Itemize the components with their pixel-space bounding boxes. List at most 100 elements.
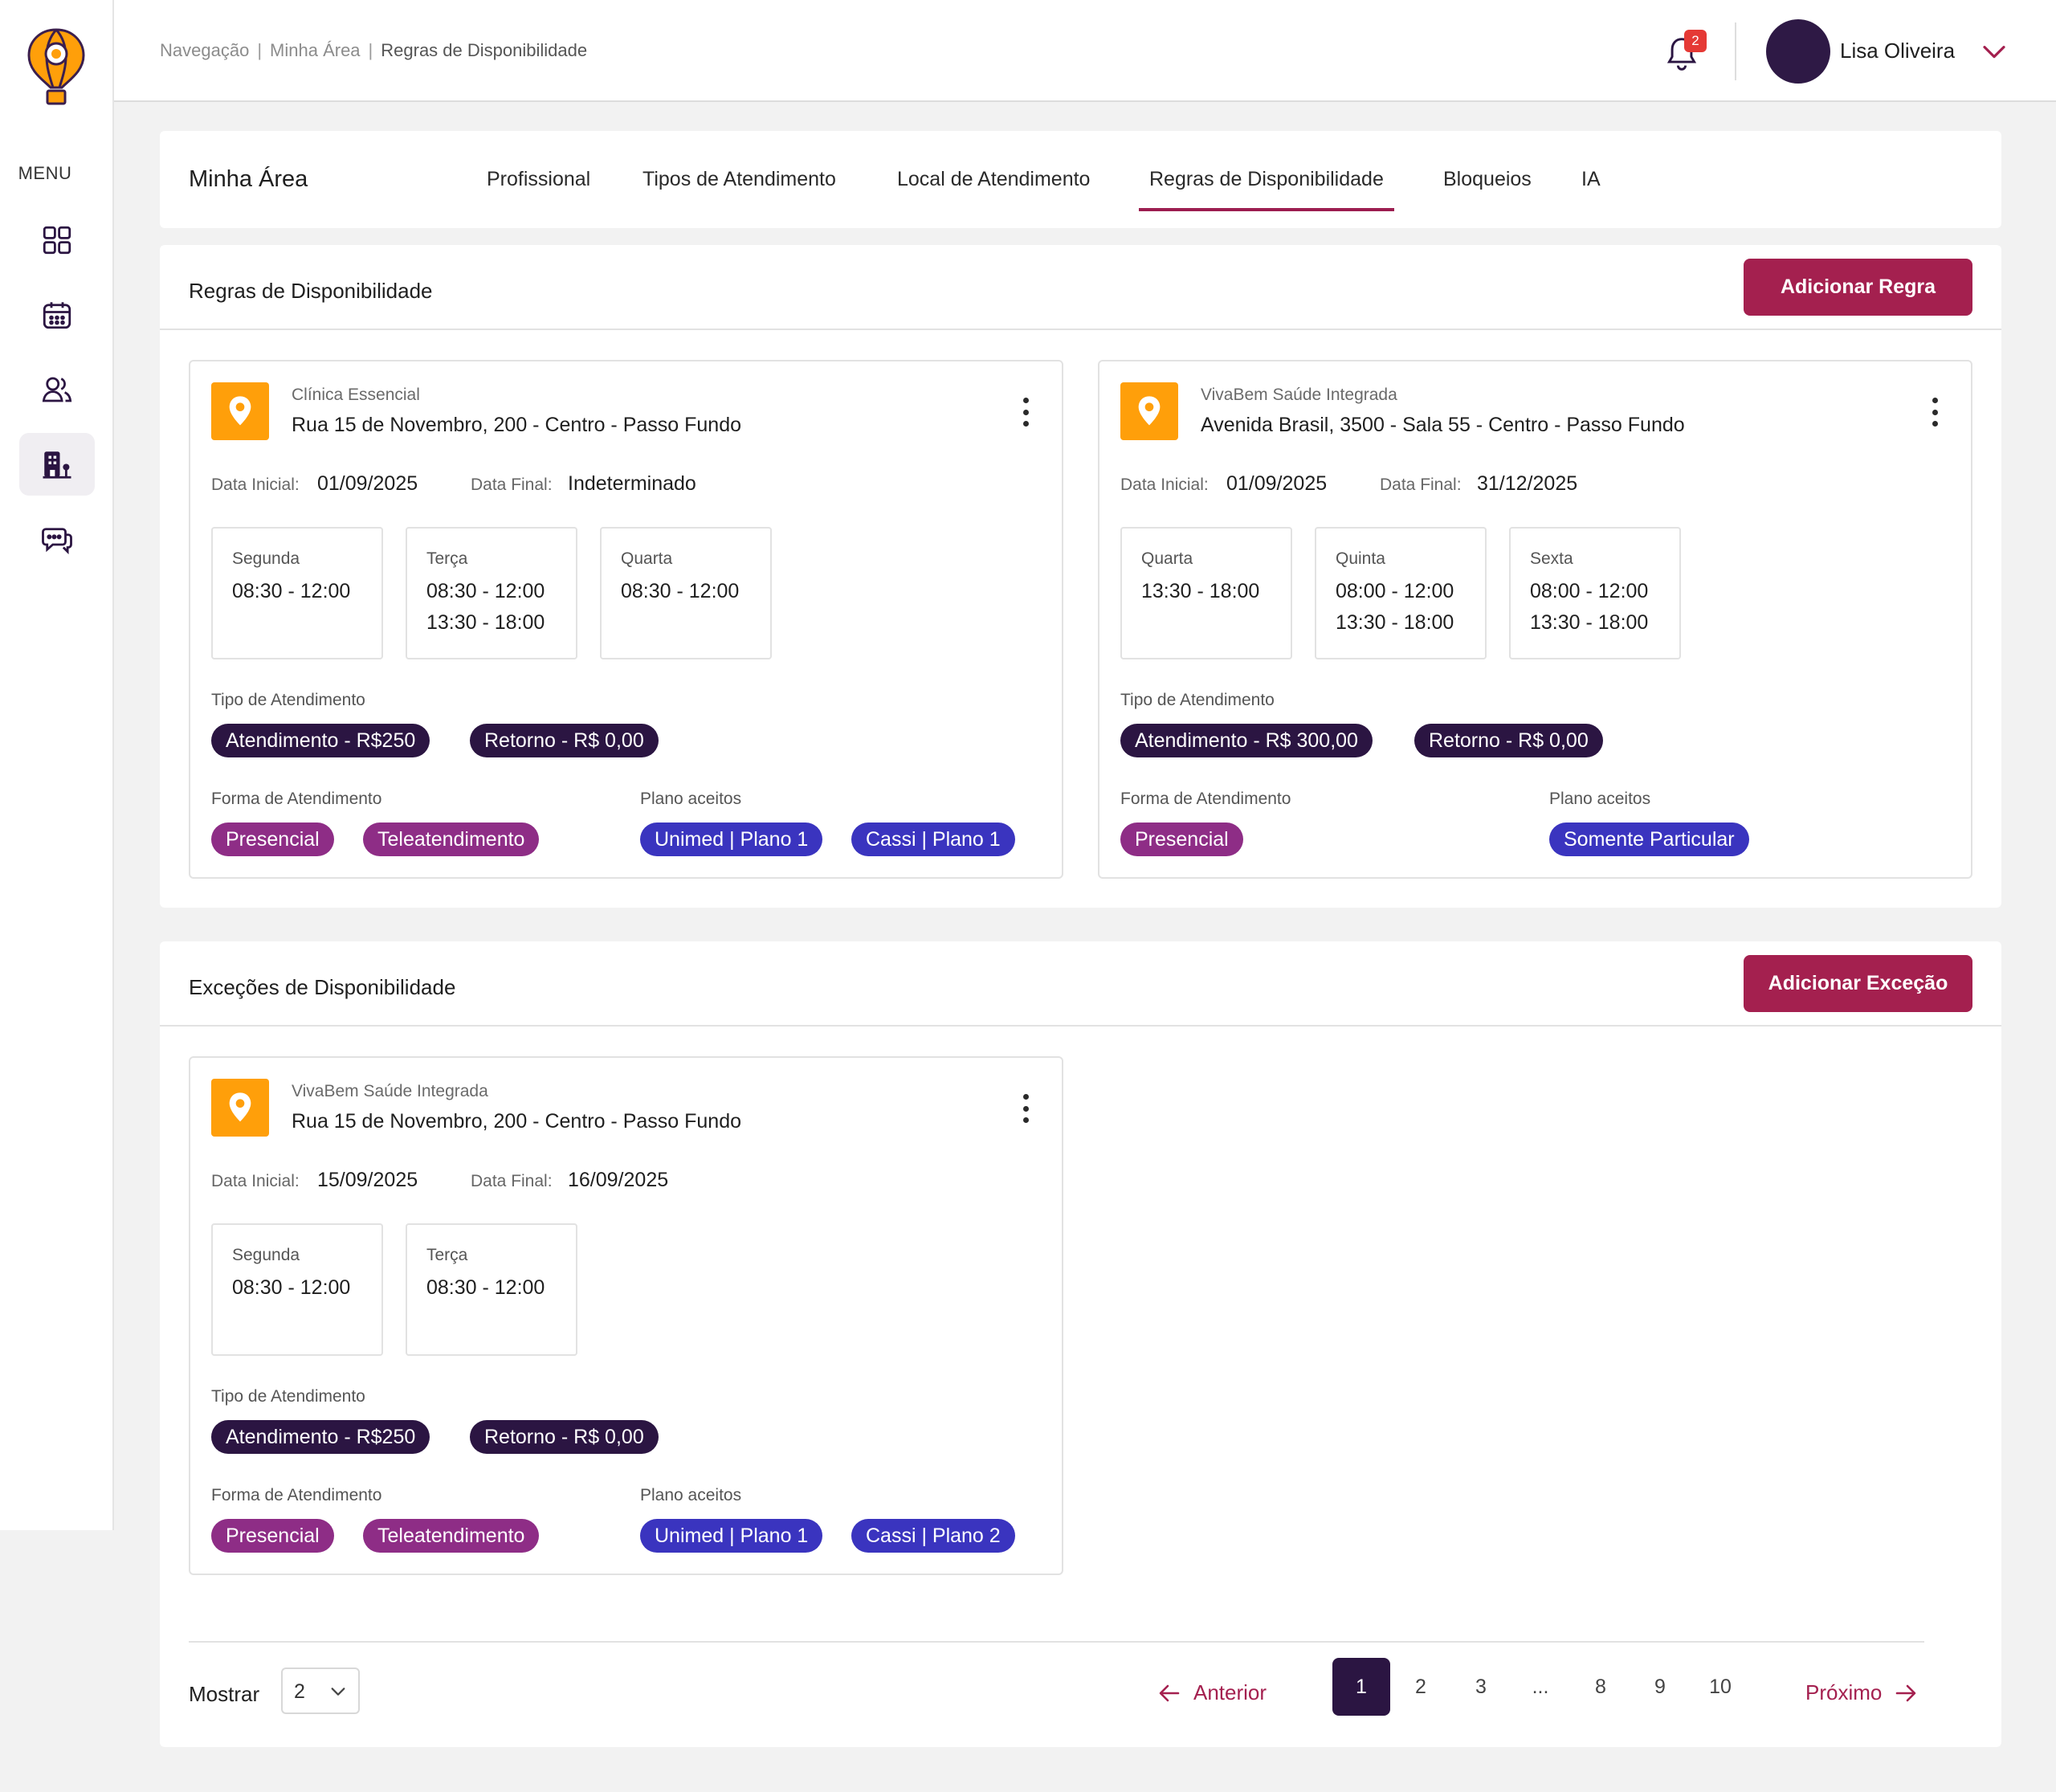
nav-chat[interactable] bbox=[19, 508, 95, 570]
previous-page-button[interactable]: Anterior bbox=[1158, 1680, 1267, 1705]
add-rule-button[interactable]: Adicionar Regra bbox=[1744, 259, 1972, 316]
clinic-name: Clínica Essencial bbox=[292, 386, 420, 404]
add-exception-button[interactable]: Adicionar Exceção bbox=[1744, 955, 1972, 1012]
time-range: 08:30 - 12:00 bbox=[621, 580, 740, 602]
location-pin-badge bbox=[211, 1079, 269, 1137]
breadcrumb-item[interactable]: Navegação bbox=[160, 40, 249, 60]
chat-icon bbox=[42, 528, 72, 555]
day-name: Segunda bbox=[232, 549, 300, 568]
tabs-panel: Minha Área Profissional Tipos de Atendim… bbox=[160, 131, 2001, 228]
nav-users[interactable] bbox=[19, 358, 95, 421]
time-range: 13:30 - 18:00 bbox=[426, 611, 545, 634]
time-range: 13:30 - 18:00 bbox=[1141, 580, 1260, 602]
service-mode-label: Forma de Atendimento bbox=[1120, 790, 1291, 808]
tab-regras-de-disponibilidade[interactable]: Regras de Disponibilidade bbox=[1139, 168, 1394, 211]
rules-section: Regras de Disponibilidade Adicionar Regr… bbox=[160, 245, 2001, 908]
location-pin-icon bbox=[229, 1092, 251, 1122]
arrow-left-icon bbox=[1159, 1684, 1180, 1701]
breadcrumb-separator: | bbox=[368, 40, 373, 60]
more-options-icon[interactable] bbox=[1931, 398, 1939, 427]
notification-badge: 2 bbox=[1684, 30, 1707, 52]
page-number-9[interactable]: 9 bbox=[1631, 1658, 1689, 1716]
tab-local-de-atendimento[interactable]: Local de Atendimento bbox=[897, 168, 1090, 191]
page-size-label: Mostrar bbox=[189, 1682, 260, 1706]
chevron-down-icon[interactable] bbox=[1981, 40, 2007, 63]
nav-locations[interactable] bbox=[19, 433, 95, 496]
nav-calendar[interactable] bbox=[19, 284, 95, 346]
day-name: Terça bbox=[426, 549, 468, 568]
service-type-label: Tipo de Atendimento bbox=[211, 691, 365, 709]
plan-chip: Somente Particular bbox=[1549, 823, 1749, 856]
tab-ia[interactable]: IA bbox=[1581, 168, 1601, 191]
page-number-2[interactable]: 2 bbox=[1392, 1658, 1450, 1716]
day-schedule: Quarta 08:30 - 12:00 bbox=[600, 527, 772, 659]
users-icon bbox=[42, 377, 72, 402]
time-range: 08:30 - 12:00 bbox=[232, 580, 351, 602]
day-schedule: Segunda 08:30 - 12:00 bbox=[211, 527, 383, 659]
day-name: Sexta bbox=[1530, 549, 1573, 568]
day-name: Quinta bbox=[1336, 549, 1385, 568]
time-range: 08:30 - 12:00 bbox=[232, 1276, 351, 1299]
breadcrumb-item[interactable]: Minha Área bbox=[270, 40, 361, 60]
time-range: 13:30 - 18:00 bbox=[1530, 611, 1649, 634]
section-header: Exceções de Disponibilidade Adicionar Ex… bbox=[160, 941, 2001, 1027]
service-mode-chip: Presencial bbox=[211, 1519, 334, 1553]
service-type-chip: Atendimento - R$ 300,00 bbox=[1120, 724, 1373, 757]
more-options-icon[interactable] bbox=[1022, 398, 1030, 427]
section-title: Exceções de Disponibilidade bbox=[189, 975, 456, 999]
sidebar: MENU bbox=[0, 0, 114, 1530]
page-size-select[interactable]: 2 bbox=[281, 1667, 360, 1714]
day-schedule: Sexta 08:00 - 12:00 13:30 - 18:00 bbox=[1509, 527, 1681, 659]
service-type-label: Tipo de Atendimento bbox=[1120, 691, 1275, 709]
end-date-label: Data Final: bbox=[1380, 476, 1462, 494]
accepted-plans-label: Plano aceitos bbox=[640, 1486, 742, 1504]
service-type-label: Tipo de Atendimento bbox=[211, 1387, 365, 1406]
clinic-name: VivaBem Saúde Integrada bbox=[292, 1082, 488, 1100]
start-date-label: Data Inicial: bbox=[211, 1172, 300, 1190]
balloon-logo[interactable] bbox=[25, 27, 88, 107]
service-type-chip: Retorno - R$ 0,00 bbox=[470, 1420, 659, 1454]
calendar-icon bbox=[43, 302, 71, 329]
plan-chip: Unimed | Plano 1 bbox=[640, 823, 823, 856]
page-number-3[interactable]: 3 bbox=[1452, 1658, 1510, 1716]
start-date-label: Data Inicial: bbox=[1120, 476, 1209, 494]
more-options-icon[interactable] bbox=[1022, 1094, 1030, 1123]
tab-profissional[interactable]: Profissional bbox=[487, 168, 590, 191]
location-pin-badge bbox=[211, 382, 269, 440]
next-page-button[interactable]: Próximo bbox=[1805, 1680, 1917, 1705]
service-type-chip: Atendimento - R$250 bbox=[211, 1420, 430, 1454]
location-pin-badge bbox=[1120, 382, 1178, 440]
user-name[interactable]: Lisa Oliveira bbox=[1840, 39, 1955, 63]
day-name: Quarta bbox=[621, 549, 673, 568]
page-number-10[interactable]: 10 bbox=[1691, 1658, 1749, 1716]
page-number-1[interactable]: 1 bbox=[1332, 1658, 1390, 1716]
breadcrumb-separator: | bbox=[257, 40, 263, 60]
tab-tipos-de-atendimento[interactable]: Tipos de Atendimento bbox=[642, 168, 836, 191]
clinic-address: Rua 15 de Novembro, 200 - Centro - Passo… bbox=[292, 1110, 742, 1133]
start-date-value: 01/09/2025 bbox=[317, 472, 418, 495]
service-type-chip: Retorno - R$ 0,00 bbox=[470, 724, 659, 757]
start-date-value: 01/09/2025 bbox=[1226, 472, 1328, 495]
building-icon bbox=[43, 451, 71, 479]
avatar[interactable] bbox=[1766, 19, 1830, 84]
tab-bloqueios[interactable]: Bloqueios bbox=[1443, 168, 1532, 191]
end-date-value: Indeterminado bbox=[568, 472, 696, 495]
page-ellipsis: ... bbox=[1532, 1675, 1549, 1698]
page-number-8[interactable]: 8 bbox=[1572, 1658, 1630, 1716]
clinic-address: Rua 15 de Novembro, 200 - Centro - Passo… bbox=[292, 414, 742, 436]
page-size-value: 2 bbox=[294, 1680, 305, 1703]
service-mode-label: Forma de Atendimento bbox=[211, 1486, 382, 1504]
divider bbox=[1735, 22, 1736, 80]
day-name: Quarta bbox=[1141, 549, 1193, 568]
exception-card: VivaBem Saúde Integrada Rua 15 de Novemb… bbox=[189, 1056, 1063, 1575]
page-title: Minha Área bbox=[189, 166, 308, 192]
exceptions-section: Exceções de Disponibilidade Adicionar Ex… bbox=[160, 941, 2001, 1747]
accepted-plans-label: Plano aceitos bbox=[640, 790, 742, 808]
accepted-plans-label: Plano aceitos bbox=[1549, 790, 1651, 808]
next-label: Próximo bbox=[1805, 1680, 1883, 1704]
rule-card: VivaBem Saúde Integrada Avenida Brasil, … bbox=[1098, 360, 1972, 879]
menu-label: MENU bbox=[18, 163, 72, 183]
nav-dashboard[interactable] bbox=[19, 209, 95, 271]
time-range: 13:30 - 18:00 bbox=[1336, 611, 1454, 634]
day-schedule: Segunda 08:30 - 12:00 bbox=[211, 1223, 383, 1356]
